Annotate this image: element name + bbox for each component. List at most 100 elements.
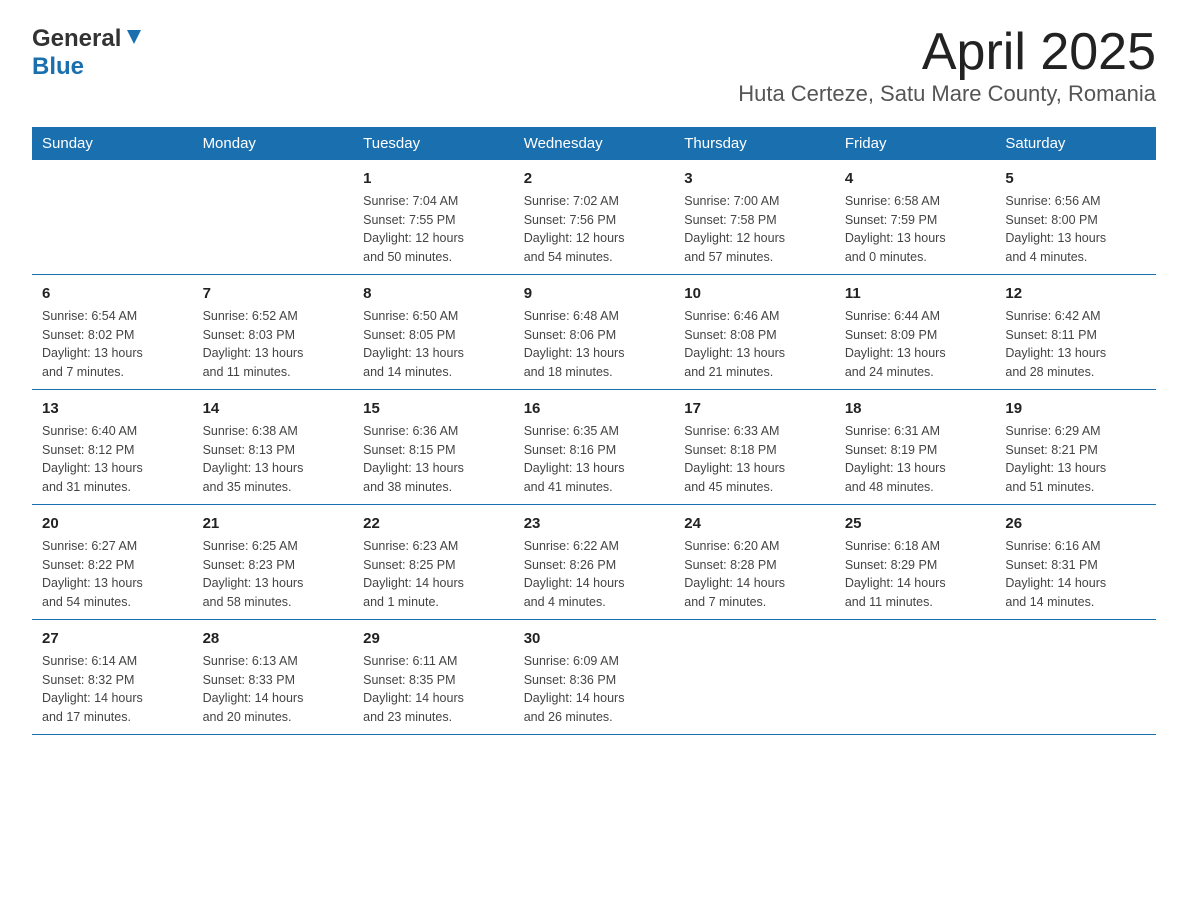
day-info: Sunrise: 6:09 AM Sunset: 8:36 PM Dayligh… [524,654,625,724]
day-info: Sunrise: 6:48 AM Sunset: 8:06 PM Dayligh… [524,309,625,379]
calendar-cell: 2Sunrise: 7:02 AM Sunset: 7:56 PM Daylig… [514,160,675,275]
day-number: 28 [203,628,344,649]
day-number: 14 [203,398,344,419]
calendar-cell: 15 Sunrise: 6:36 AM Sunset: 8:15 PM Dayli… [353,390,514,505]
calendar-cell: 5 Sunrise: 6:56 AM Sunset: 8:00 PM Daylig… [995,160,1156,275]
calendar-cell: 17Sunrise: 6:33 AM Sunset: 8:18 PM Dayli… [674,390,835,505]
day-info: Sunrise: 6:42 AM Sunset: 8:11 PM Dayligh… [1005,309,1106,379]
calendar-cell: 24 Sunrise: 6:20 AM Sunset: 8:28 PM Dayli… [674,505,835,620]
calendar-header-row: SundayMondayTuesdayWednesdayThursdayFrid… [32,127,1156,160]
calendar-cell [674,620,835,735]
logo-arrow-icon [123,26,145,53]
calendar-cell: 7 Sunrise: 6:52 AM Sunset: 8:03 PM Daylig… [193,275,354,390]
day-number: 16 [524,398,665,419]
calendar-cell: 16 Sunrise: 6:35 AM Sunset: 8:16 PM Dayli… [514,390,675,505]
day-of-week-tuesday: Tuesday [353,127,514,160]
day-info: Sunrise: 6:27 AM Sunset: 8:22 PM Dayligh… [42,539,143,609]
day-number: 25 [845,513,986,534]
day-of-week-thursday: Thursday [674,127,835,160]
calendar-cell [193,160,354,275]
day-of-week-saturday: Saturday [995,127,1156,160]
day-info: Sunrise: 6:50 AM Sunset: 8:05 PM Dayligh… [363,309,464,379]
calendar-cell: 23Sunrise: 6:22 AM Sunset: 8:26 PM Dayli… [514,505,675,620]
day-number: 30 [524,628,665,649]
day-info: Sunrise: 6:23 AM Sunset: 8:25 PM Dayligh… [363,539,464,609]
day-info: Sunrise: 6:20 AM Sunset: 8:28 PM Dayligh… [684,539,785,609]
calendar-cell: 13Sunrise: 6:40 AM Sunset: 8:12 PM Dayli… [32,390,193,505]
day-number: 29 [363,628,504,649]
calendar-cell: 21 Sunrise: 6:25 AM Sunset: 8:23 PM Dayli… [193,505,354,620]
day-info: Sunrise: 6:25 AM Sunset: 8:23 PM Dayligh… [203,539,304,609]
day-number: 26 [1005,513,1146,534]
day-number: 21 [203,513,344,534]
page-title: April 2025 [738,24,1156,81]
day-info: Sunrise: 6:56 AM Sunset: 8:00 PM Dayligh… [1005,194,1106,264]
page-subtitle: Huta Certeze, Satu Mare County, Romania [738,81,1156,107]
calendar-cell: 14 Sunrise: 6:38 AM Sunset: 8:13 PM Dayli… [193,390,354,505]
calendar-cell: 28Sunrise: 6:13 AM Sunset: 8:33 PM Dayli… [193,620,354,735]
day-info: Sunrise: 7:04 AM Sunset: 7:55 PM Dayligh… [363,194,464,264]
calendar-cell: 25Sunrise: 6:18 AM Sunset: 8:29 PM Dayli… [835,505,996,620]
day-number: 7 [203,283,344,304]
logo-blue-text: Blue [32,53,84,80]
day-of-week-monday: Monday [193,127,354,160]
day-number: 11 [845,283,986,304]
day-number: 22 [363,513,504,534]
day-number: 17 [684,398,825,419]
day-info: Sunrise: 6:52 AM Sunset: 8:03 PM Dayligh… [203,309,304,379]
calendar-cell: 20Sunrise: 6:27 AM Sunset: 8:22 PM Dayli… [32,505,193,620]
calendar-cell: 22 Sunrise: 6:23 AM Sunset: 8:25 PM Dayli… [353,505,514,620]
day-info: Sunrise: 6:31 AM Sunset: 8:19 PM Dayligh… [845,424,946,494]
calendar-week-row: 6Sunrise: 6:54 AM Sunset: 8:02 PM Daylig… [32,275,1156,390]
day-number: 12 [1005,283,1146,304]
day-number: 27 [42,628,183,649]
calendar-week-row: 1 Sunrise: 7:04 AM Sunset: 7:55 PM Daylig… [32,160,1156,275]
day-info: Sunrise: 6:46 AM Sunset: 8:08 PM Dayligh… [684,309,785,379]
day-info: Sunrise: 7:02 AM Sunset: 7:56 PM Dayligh… [524,194,625,264]
page-header: General Blue April 2025 Huta Certeze, Sa… [32,24,1156,107]
calendar-cell: 19Sunrise: 6:29 AM Sunset: 8:21 PM Dayli… [995,390,1156,505]
calendar-cell: 12 Sunrise: 6:42 AM Sunset: 8:11 PM Dayli… [995,275,1156,390]
day-of-week-wednesday: Wednesday [514,127,675,160]
calendar-week-row: 27 Sunrise: 6:14 AM Sunset: 8:32 PM Dayli… [32,620,1156,735]
day-number: 10 [684,283,825,304]
day-info: Sunrise: 6:36 AM Sunset: 8:15 PM Dayligh… [363,424,464,494]
calendar-cell: 6Sunrise: 6:54 AM Sunset: 8:02 PM Daylig… [32,275,193,390]
day-number: 3 [684,168,825,189]
day-number: 24 [684,513,825,534]
calendar-cell: 10 Sunrise: 6:46 AM Sunset: 8:08 PM Dayli… [674,275,835,390]
calendar-cell: 18 Sunrise: 6:31 AM Sunset: 8:19 PM Dayli… [835,390,996,505]
day-info: Sunrise: 7:00 AM Sunset: 7:58 PM Dayligh… [684,194,785,264]
day-number: 15 [363,398,504,419]
calendar-cell: 27 Sunrise: 6:14 AM Sunset: 8:32 PM Dayli… [32,620,193,735]
logo: General Blue [32,24,145,81]
day-info: Sunrise: 6:38 AM Sunset: 8:13 PM Dayligh… [203,424,304,494]
day-number: 23 [524,513,665,534]
calendar-cell [32,160,193,275]
day-number: 6 [42,283,183,304]
logo-general-text: General [32,25,121,53]
calendar-week-row: 13Sunrise: 6:40 AM Sunset: 8:12 PM Dayli… [32,390,1156,505]
day-number: 4 [845,168,986,189]
day-number: 18 [845,398,986,419]
calendar-week-row: 20Sunrise: 6:27 AM Sunset: 8:22 PM Dayli… [32,505,1156,620]
calendar-cell: 3 Sunrise: 7:00 AM Sunset: 7:58 PM Daylig… [674,160,835,275]
day-number: 8 [363,283,504,304]
calendar-cell: 4 Sunrise: 6:58 AM Sunset: 7:59 PM Daylig… [835,160,996,275]
calendar-cell: 30 Sunrise: 6:09 AM Sunset: 8:36 PM Dayli… [514,620,675,735]
day-info: Sunrise: 6:40 AM Sunset: 8:12 PM Dayligh… [42,424,143,494]
day-info: Sunrise: 6:58 AM Sunset: 7:59 PM Dayligh… [845,194,946,264]
calendar-cell [995,620,1156,735]
calendar-cell: 11Sunrise: 6:44 AM Sunset: 8:09 PM Dayli… [835,275,996,390]
day-info: Sunrise: 6:11 AM Sunset: 8:35 PM Dayligh… [363,654,464,724]
day-of-week-sunday: Sunday [32,127,193,160]
calendar-cell: 29 Sunrise: 6:11 AM Sunset: 8:35 PM Dayli… [353,620,514,735]
day-number: 5 [1005,168,1146,189]
day-number: 9 [524,283,665,304]
calendar-table: SundayMondayTuesdayWednesdayThursdayFrid… [32,127,1156,735]
day-info: Sunrise: 6:14 AM Sunset: 8:32 PM Dayligh… [42,654,143,724]
calendar-cell: 1 Sunrise: 7:04 AM Sunset: 7:55 PM Daylig… [353,160,514,275]
day-info: Sunrise: 6:35 AM Sunset: 8:16 PM Dayligh… [524,424,625,494]
day-number: 1 [363,168,504,189]
calendar-cell: 8 Sunrise: 6:50 AM Sunset: 8:05 PM Daylig… [353,275,514,390]
